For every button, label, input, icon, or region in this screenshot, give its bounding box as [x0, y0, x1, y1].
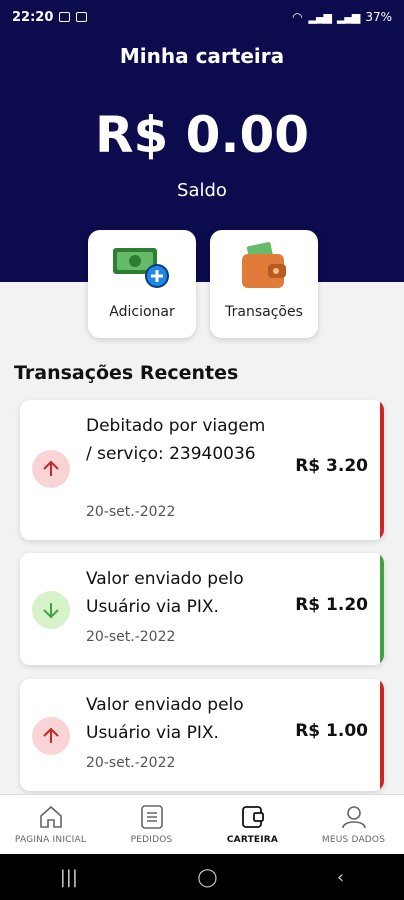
- transaction-description: Valor enviado pelo Usuário via PIX.: [86, 695, 244, 743]
- transaction-date: 20-set.-2022: [86, 504, 176, 520]
- nav-orders[interactable]: PEDIDOS: [101, 795, 202, 854]
- nav-label: CARTEIRA: [226, 834, 279, 845]
- system-navigation-bar: ||| ◯ ‹: [0, 854, 404, 900]
- back-icon[interactable]: ‹: [337, 867, 344, 888]
- transaction-amount: R$ 1.00: [295, 721, 368, 741]
- transaction-description: Valor enviado pelo Usuário via PIX.: [86, 569, 244, 617]
- wallet-header: Minha carteira R$ 0.00 Saldo: [0, 34, 404, 282]
- nav-profile[interactable]: MEUS DADOS: [303, 795, 404, 854]
- add-funds-button[interactable]: Adicionar: [88, 230, 196, 338]
- nav-home[interactable]: PAGINA INICIAL: [0, 795, 101, 854]
- message-notification-icon: [76, 12, 88, 22]
- recents-icon[interactable]: |||: [60, 867, 78, 888]
- bottom-navigation: PAGINA INICIAL PEDIDOS CARTEIRA MEUS DAD…: [0, 794, 404, 854]
- section-title: Transações Recentes: [14, 362, 239, 384]
- wallet-icon: [241, 805, 264, 828]
- wallet-icon: [210, 242, 318, 294]
- balance-label: Saldo: [177, 180, 227, 201]
- debit-indicator-bar: [380, 400, 384, 540]
- status-time: 22:20: [12, 9, 54, 25]
- home-circle-icon[interactable]: ◯: [197, 867, 217, 888]
- transaction-description: Debitado por viagem / serviço: 23940036: [86, 416, 266, 464]
- orders-icon: [140, 804, 163, 829]
- transaction-card[interactable]: Debitado por viagem / serviço: 23940036 …: [20, 400, 384, 540]
- add-funds-label: Adicionar: [109, 304, 175, 320]
- transaction-date: 20-set.-2022: [86, 755, 176, 771]
- debit-indicator-bar: [380, 679, 384, 791]
- signal-icon: ▂▄▆: [336, 10, 360, 24]
- nav-label: MEUS DADOS: [321, 834, 386, 845]
- wifi-icon: ◠: [292, 10, 303, 24]
- arrow-up-icon: [32, 717, 70, 755]
- page-title: Minha carteira: [119, 44, 285, 68]
- arrow-down-icon: [32, 591, 70, 629]
- balance-amount: R$ 0.00: [94, 106, 310, 164]
- nav-label: PEDIDOS: [130, 834, 173, 845]
- home-icon: [39, 805, 62, 828]
- transaction-amount: R$ 1.20: [295, 595, 368, 615]
- transaction-date: 20-set.-2022: [86, 629, 176, 645]
- transactions-button[interactable]: Transações: [210, 230, 318, 338]
- money-add-icon: [88, 242, 196, 294]
- transaction-card[interactable]: Valor enviado pelo Usuário via PIX. 20-s…: [20, 553, 384, 665]
- image-notification-icon: [59, 12, 71, 22]
- signal-icon: ▂▄▆: [308, 10, 332, 24]
- user-icon: [341, 805, 366, 828]
- transactions-label: Transações: [225, 304, 303, 320]
- credit-indicator-bar: [380, 553, 384, 665]
- nav-label: PAGINA INICIAL: [14, 834, 87, 845]
- battery-text: 37%: [365, 10, 392, 24]
- transaction-card[interactable]: Valor enviado pelo Usuário via PIX. 20-s…: [20, 679, 384, 791]
- arrow-up-icon: [32, 450, 70, 488]
- status-bar: 22:20 ◠ ▂▄▆ ▂▄▆ 37%: [0, 0, 404, 34]
- nav-wallet[interactable]: CARTEIRA: [202, 795, 303, 854]
- transaction-amount: R$ 3.20: [295, 456, 368, 476]
